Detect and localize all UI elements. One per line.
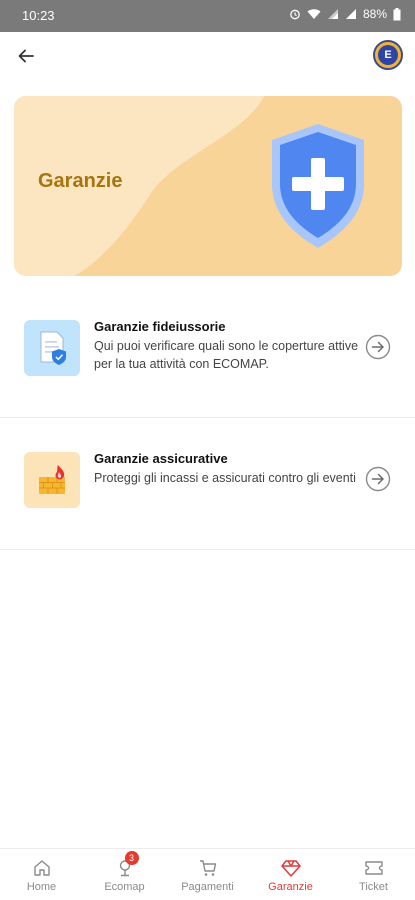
list-item-text: Garanzie fideiussorie Qui puoi verificar… [94,318,360,373]
list-item-title: Garanzie fideiussorie [94,319,226,334]
nav-label: Ecomap [104,881,145,893]
nav-item-ecomap[interactable]: 3 Ecomap [83,849,166,900]
status-bar: 10:23 88% [0,0,415,32]
nav-label: Home [26,881,57,893]
avatar[interactable]: E [373,40,403,70]
wifi-icon [307,8,321,20]
document-shield-icon [24,320,80,376]
nav-label: Pagamenti [181,881,234,893]
status-icons: 88% [289,7,401,21]
back-button[interactable] [12,42,40,70]
nav-label: Garanzie [268,881,313,893]
shield-plus-icon [272,124,364,248]
nav-item-garanzie[interactable]: Garanzie [249,849,332,900]
bottom-nav: Home 3 Ecomap Pagamenti Garanzie Ticket [0,848,415,900]
notification-badge: 3 [124,851,139,865]
nav-item-home[interactable]: Home [0,849,83,900]
list-item-description: Qui puoi verificare quali sono le copert… [94,339,359,371]
guarantees-list: Garanzie fideiussorie Qui puoi verificar… [0,286,415,550]
app-bar: E [0,32,415,80]
page-title: Garanzie [38,170,123,192]
status-time: 10:23 [22,8,55,23]
map-pin-icon: 3 [115,851,139,879]
hero-banner: Garanzie [14,96,402,276]
cart-icon [198,857,218,879]
signal-icon [345,8,357,20]
nav-item-pagamenti[interactable]: Pagamenti [166,849,249,900]
arrow-right-circle-icon[interactable] [365,334,391,360]
ticket-icon [363,857,385,879]
arrow-right-circle-icon[interactable] [365,466,391,492]
list-item-garanzie-assicurative[interactable]: Garanzie assicurative Proteggi gli incas… [0,418,415,550]
nav-label: Ticket [359,881,388,893]
signal-icon [327,8,339,20]
list-item-description: Proteggi gli incassi e assicurati contro… [94,471,356,485]
wall-fire-icon [24,452,80,508]
nav-item-ticket[interactable]: Ticket [332,849,415,900]
diamond-icon [280,857,302,879]
list-item-garanzie-fideiussorie[interactable]: Garanzie fideiussorie Qui puoi verificar… [0,286,415,418]
arrow-left-icon [18,49,34,63]
list-item-title: Garanzie assicurative [94,451,228,466]
list-item-text: Garanzie assicurative Proteggi gli incas… [94,450,360,487]
alarm-icon [289,8,301,20]
battery-icon [393,7,401,21]
home-icon [32,857,52,879]
avatar-letter: E [378,45,398,65]
battery-text: 88% [362,7,387,21]
